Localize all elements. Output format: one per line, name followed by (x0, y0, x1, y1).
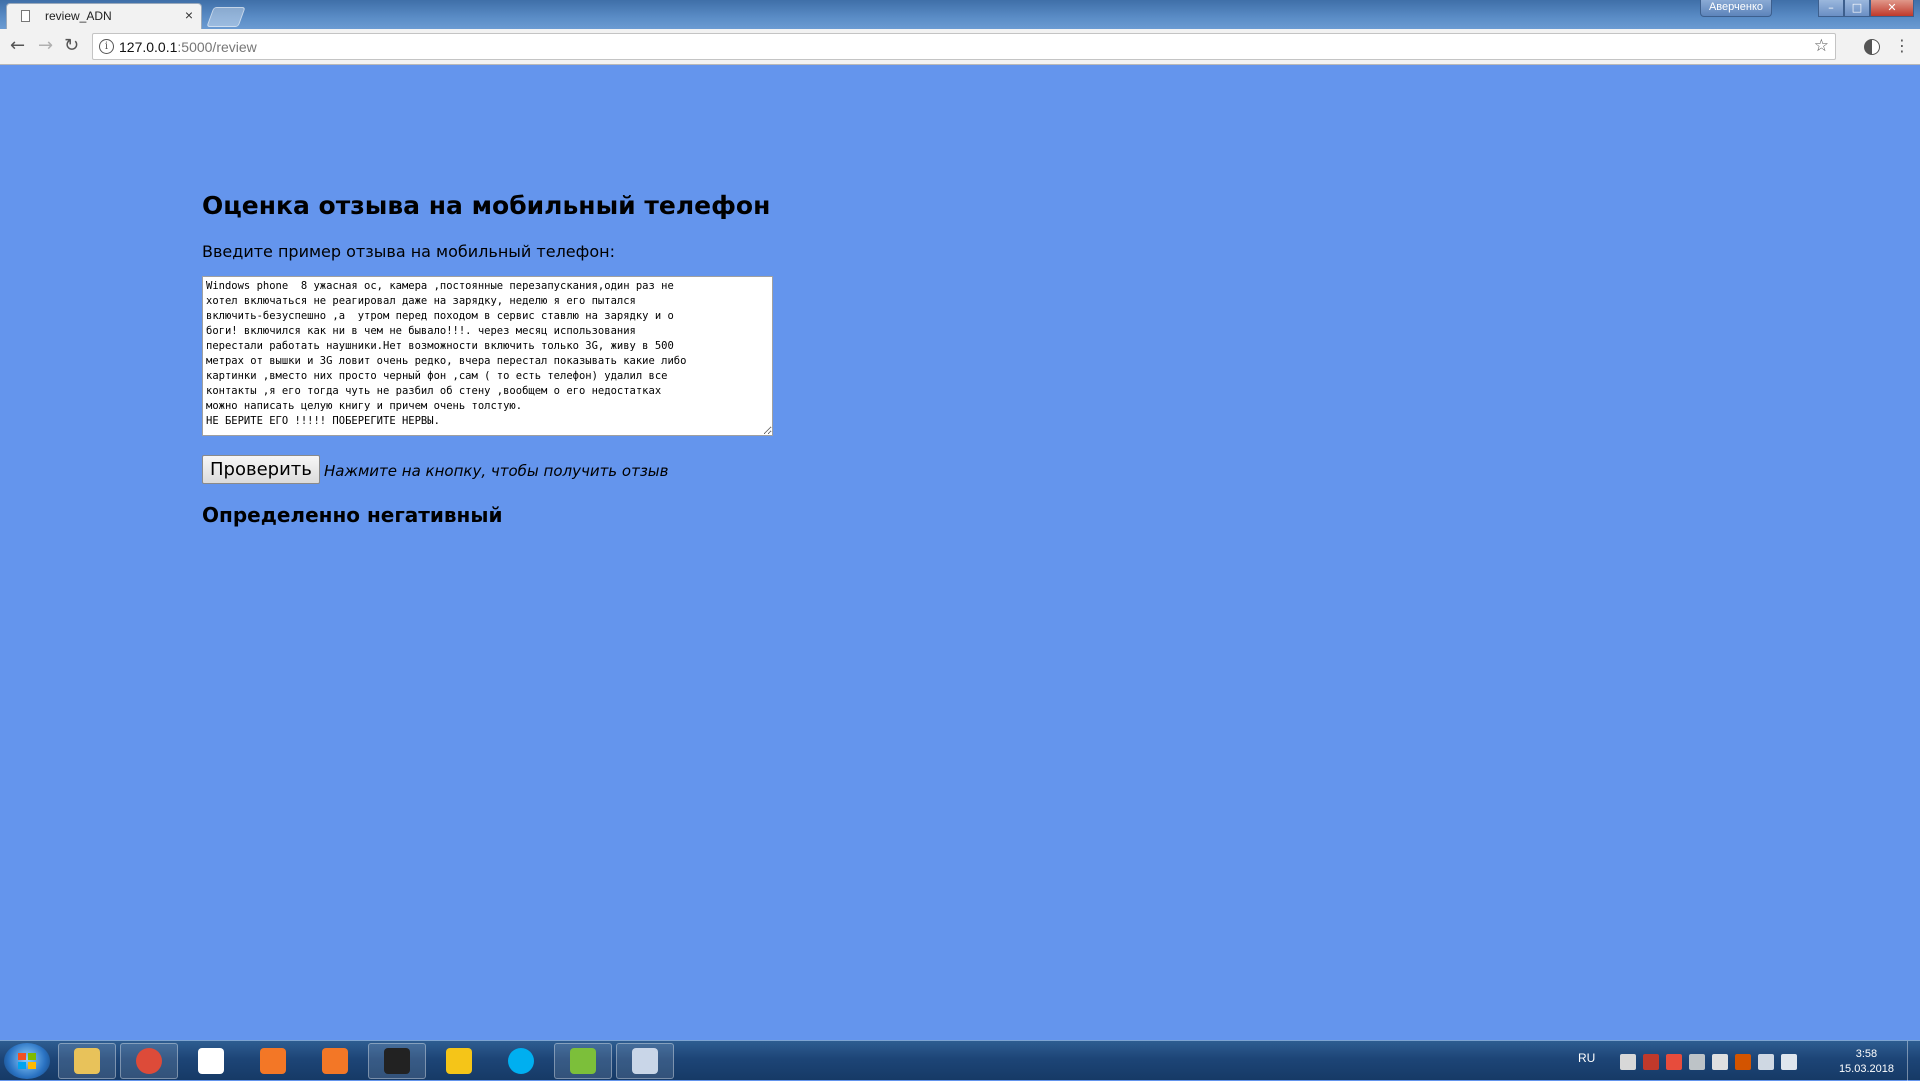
clock[interactable]: 3:58 15.03.2018 (1839, 1047, 1894, 1077)
antivirus-tray-icon[interactable] (1666, 1054, 1682, 1070)
tab-title: review_ADN (45, 9, 112, 23)
address-bar[interactable]: i 127.0.0.1:5000/review ☆ (92, 33, 1836, 60)
taskbar-button-jupyter[interactable] (244, 1043, 302, 1079)
page-content: Оценка отзыва на мобильный телефон Введи… (0, 65, 1920, 1040)
hint-text: Нажмите на кнопку, чтобы получить отзыв (324, 462, 669, 480)
network-tray-icon[interactable] (1758, 1054, 1774, 1070)
user-tray-icon[interactable] (1620, 1054, 1636, 1070)
back-arrow-icon[interactable]: ← (10, 34, 25, 58)
check-button[interactable]: Проверить (202, 455, 320, 484)
jupyter-icon-2 (322, 1048, 348, 1074)
tray-icons (1620, 1054, 1797, 1070)
chrome-icon (136, 1048, 162, 1074)
volume-tray-icon[interactable] (1781, 1054, 1797, 1070)
url-host: 127.0.0.1 (119, 39, 178, 55)
taskbar-button-yandex-browser[interactable] (182, 1043, 240, 1079)
url-text[interactable]: 127.0.0.1:5000/review (119, 39, 257, 55)
windows-taskbar: RU 3:58 15.03.2018 (0, 1040, 1920, 1081)
profile-button[interactable]: Аверченко (1699, 0, 1772, 17)
paint-icon (632, 1048, 658, 1074)
clock-date: 15.03.2018 (1838, 1063, 1894, 1075)
taskbar-button-explorer[interactable] (58, 1043, 116, 1079)
extension-icon[interactable] (1864, 39, 1880, 55)
bookmark-star-icon[interactable]: ☆ (1814, 36, 1829, 56)
yandex-browser-icon (198, 1048, 224, 1074)
system-tray: RU 3:58 15.03.2018 (1560, 1041, 1920, 1081)
jupyter-icon (260, 1048, 286, 1074)
browser-tabstrip: review_ADN × Аверченко – □ ✕ (0, 0, 1920, 29)
window-controls: – □ ✕ (1818, 0, 1914, 18)
result-text: Определенно негативный (202, 503, 503, 527)
skype-icon (508, 1048, 534, 1074)
info-icon[interactable]: i (99, 39, 114, 54)
review-textarea[interactable] (202, 276, 773, 436)
taskbar-button-jupyter[interactable] (306, 1043, 364, 1079)
url-path: :5000/review (177, 39, 257, 55)
taskbar-button-smiley-app[interactable] (430, 1043, 488, 1079)
new-tab-button[interactable] (206, 7, 246, 27)
review-prompt-label: Введите пример отзыва на мобильный телеф… (202, 242, 615, 261)
browser-toolbar: ← → ↻ i 127.0.0.1:5000/review ☆ ⋮ (0, 29, 1920, 65)
taskbar-button-terminal[interactable] (368, 1043, 426, 1079)
maximize-button[interactable]: □ (1844, 0, 1870, 17)
taskbar-button-paint[interactable] (616, 1043, 674, 1079)
page-title: Оценка отзыва на мобильный телефон (202, 191, 771, 220)
taskbar-button-notepad[interactable] (554, 1043, 612, 1079)
mail-tray-icon[interactable] (1643, 1054, 1659, 1070)
language-indicator[interactable]: RU (1578, 1051, 1595, 1065)
reload-icon[interactable]: ↻ (64, 34, 79, 58)
windows-logo-icon (18, 1053, 36, 1069)
start-button[interactable] (4, 1043, 50, 1079)
close-window-button[interactable]: ✕ (1870, 0, 1914, 17)
clock-time: 3:58 (1855, 1048, 1878, 1060)
explorer-icon (74, 1048, 100, 1074)
taskbar-button-chrome[interactable] (120, 1043, 178, 1079)
tab-close-icon[interactable]: × (185, 7, 193, 23)
terminal-icon (384, 1048, 410, 1074)
chrome-menu-icon[interactable]: ⋮ (1894, 35, 1910, 57)
minimize-button[interactable]: – (1818, 0, 1844, 17)
forward-arrow-icon[interactable]: → (38, 34, 53, 58)
security-tray-icon[interactable] (1735, 1054, 1751, 1070)
notepad-icon (570, 1048, 596, 1074)
tab-review-adn[interactable]: review_ADN × (6, 3, 202, 29)
flag-tray-icon[interactable] (1712, 1054, 1728, 1070)
pen-tray-icon[interactable] (1689, 1054, 1705, 1070)
show-desktop-button[interactable] (1907, 1041, 1920, 1081)
smiley-app-icon (446, 1048, 472, 1074)
page-icon (21, 10, 30, 22)
taskbar-button-skype[interactable] (492, 1043, 550, 1079)
